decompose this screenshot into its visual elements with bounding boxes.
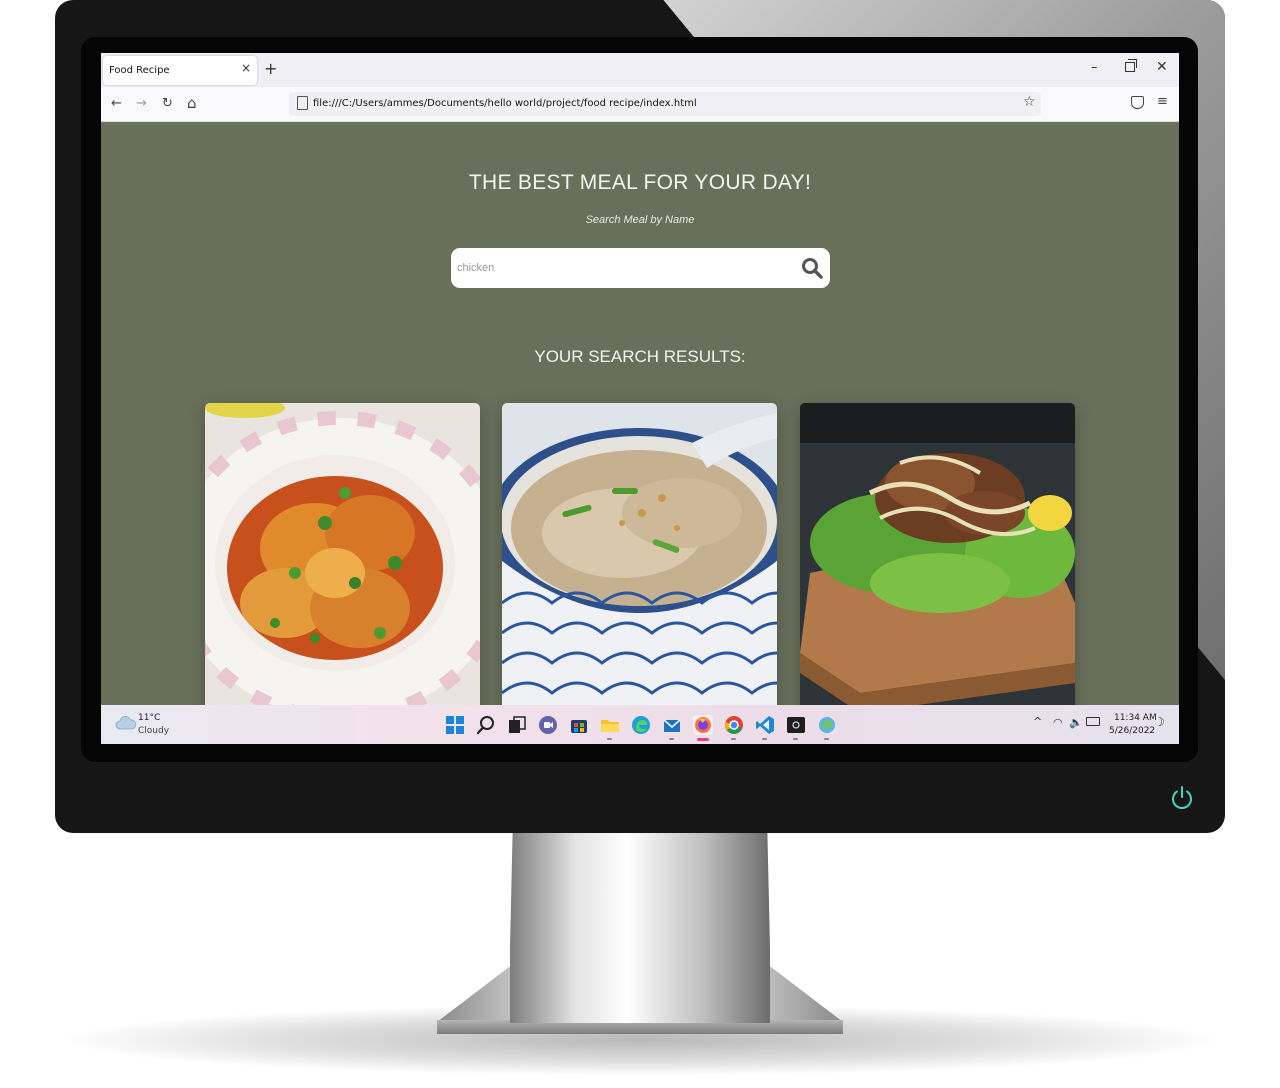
browser-tab-bar: Food Recipe × + – ✕ xyxy=(101,53,1179,87)
weather-condition: Cloudy xyxy=(138,726,170,736)
power-icon[interactable] xyxy=(1168,784,1196,812)
file-explorer-icon[interactable] xyxy=(600,715,620,735)
search-taskbar-icon[interactable] xyxy=(476,715,496,735)
running-indicator xyxy=(669,738,674,740)
meal-card-rice-porridge[interactable] xyxy=(502,403,777,723)
hamburger-menu-icon[interactable]: ≡ xyxy=(1157,94,1168,109)
mail-icon[interactable] xyxy=(662,715,682,735)
bookmark-star-icon[interactable]: ☆ xyxy=(1023,94,1036,110)
monitor-stand xyxy=(510,833,770,1023)
search-icon[interactable] xyxy=(801,257,823,279)
tab-close-icon[interactable]: × xyxy=(241,61,251,75)
screen: Food Recipe × + – ✕ ← → ↻ ⌂ file:///C:/U… xyxy=(101,53,1179,744)
weather-temp: 11°C xyxy=(138,713,161,723)
tray-chevron-icon[interactable]: ^ xyxy=(1033,715,1042,728)
battery-icon[interactable] xyxy=(1086,717,1100,726)
store-icon[interactable] xyxy=(569,715,589,735)
chrome-icon[interactable] xyxy=(724,715,744,735)
focus-assist-moon-icon[interactable]: ☽ xyxy=(1154,715,1165,729)
home-icon[interactable]: ⌂ xyxy=(187,94,197,112)
running-indicator xyxy=(607,738,612,740)
forward-icon[interactable]: → xyxy=(136,96,147,111)
new-tab-icon[interactable]: + xyxy=(264,59,277,78)
address-bar[interactable]: file:///C:/Users/ammes/Documents/hello w… xyxy=(289,92,1041,116)
running-indicator xyxy=(731,738,736,740)
reload-icon[interactable]: ↻ xyxy=(162,96,173,111)
firefox-icon[interactable] xyxy=(693,715,713,735)
page-title: THE BEST MEAL FOR YOUR DAY! xyxy=(468,171,812,194)
windows-start-icon[interactable] xyxy=(445,715,465,735)
tab-title: Food Recipe xyxy=(109,65,170,76)
search-box xyxy=(451,248,830,288)
photos-icon[interactable] xyxy=(817,715,837,735)
tab-food-recipe[interactable]: Food Recipe × xyxy=(103,56,257,85)
url-text[interactable]: file:///C:/Users/ammes/Documents/hello w… xyxy=(313,98,697,109)
meal-card-chicken-curry[interactable] xyxy=(205,403,480,723)
teams-chat-icon[interactable] xyxy=(538,715,558,735)
page-subtitle: Search Meal by Name xyxy=(585,214,695,226)
edge-icon[interactable] xyxy=(631,715,651,735)
running-indicator xyxy=(793,738,798,740)
active-indicator xyxy=(697,738,709,741)
terminal-icon[interactable] xyxy=(786,715,806,735)
volume-icon[interactable]: 🔈 xyxy=(1069,716,1083,729)
wifi-icon[interactable]: ◠ xyxy=(1053,716,1063,729)
clock-date[interactable]: 5/26/2022 xyxy=(1109,726,1155,736)
meal-image-grilled-chicken xyxy=(800,403,1075,723)
pocket-icon[interactable] xyxy=(1131,96,1144,109)
back-icon[interactable]: ← xyxy=(111,96,122,111)
task-view-icon[interactable] xyxy=(507,715,527,735)
browser-nav-bar: ← → ↻ ⌂ file:///C:/Users/ammes/Documents… xyxy=(101,87,1179,122)
running-indicator xyxy=(824,738,829,740)
taskbar: 11°C Cloudy ^ ◠ 🔈 11:34 AM 5/26/2022 ☽ xyxy=(101,705,1179,744)
window-close-icon[interactable]: ✕ xyxy=(1156,59,1168,75)
meal-image-rice-porridge xyxy=(502,403,777,723)
window-minimize-icon[interactable]: – xyxy=(1091,60,1098,75)
results-heading: YOUR SEARCH RESULTS: xyxy=(534,347,746,366)
running-indicator xyxy=(762,738,767,740)
vscode-icon[interactable] xyxy=(755,715,775,735)
window-restore-icon-back xyxy=(1128,59,1137,68)
cloud-icon[interactable] xyxy=(115,716,137,730)
meal-image-chicken-curry xyxy=(205,403,480,723)
page-icon xyxy=(297,96,308,110)
meal-card-grilled-chicken[interactable] xyxy=(800,403,1075,723)
search-input[interactable] xyxy=(457,256,787,280)
clock-time[interactable]: 11:34 AM xyxy=(1114,713,1157,723)
